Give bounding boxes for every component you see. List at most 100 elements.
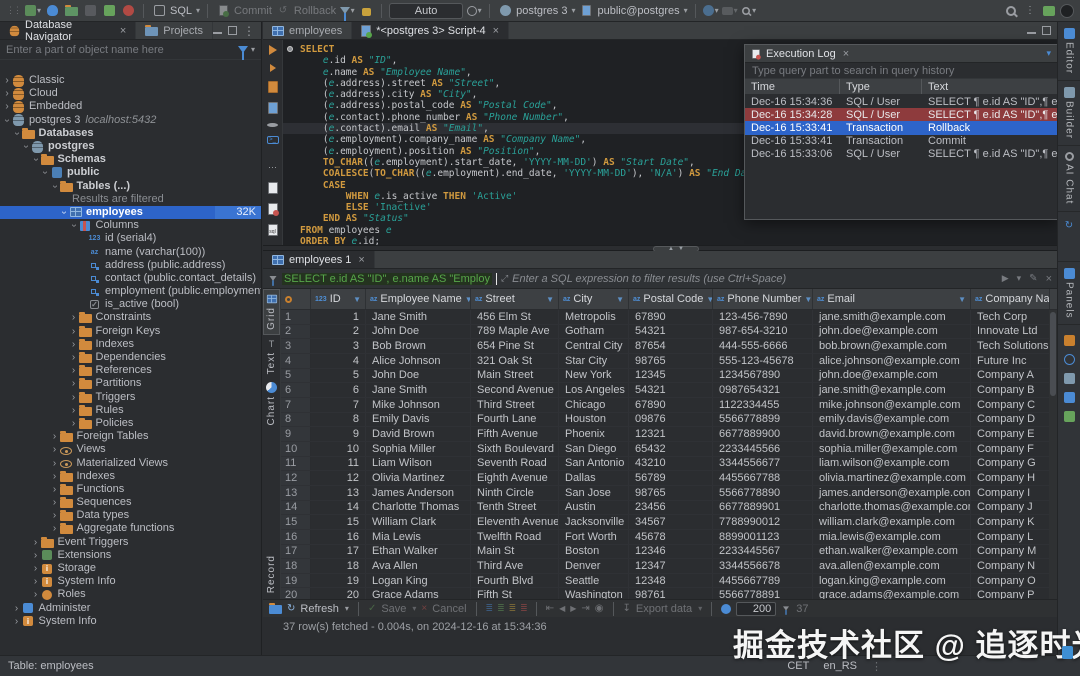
tree-item[interactable]: ›Views	[0, 443, 261, 456]
cell[interactable]: Mike Johnson	[366, 398, 471, 412]
table-row[interactable]: 1313James AndersonNinth CircleSan Jose98…	[281, 486, 1057, 501]
tree-toggle-icon[interactable]: ›	[31, 562, 41, 575]
sql-dropdown-icon[interactable]: ▾	[196, 6, 200, 15]
value-viewer-icon[interactable]	[1064, 354, 1075, 365]
cell[interactable]: Jane Smith	[366, 383, 471, 397]
cell[interactable]: Dallas	[559, 471, 629, 485]
tree-item[interactable]: ›iStorage	[0, 562, 261, 575]
cell[interactable]: bob.brown@example.com	[813, 339, 971, 353]
cell[interactable]: Eleventh Avenue	[471, 515, 559, 529]
add-row-icon[interactable]: ≣	[497, 603, 504, 614]
cell[interactable]: 654 Pine St	[471, 339, 559, 353]
cell[interactable]: 67890	[629, 398, 713, 412]
cell[interactable]: Fourth Lane	[471, 413, 559, 427]
cell[interactable]: Seventh Road	[471, 457, 559, 471]
sort-filter-icon[interactable]: ▼	[546, 295, 554, 304]
cell[interactable]: mike.johnson@example.com	[813, 398, 971, 412]
tree-item[interactable]: ›Functions	[0, 483, 261, 496]
cell[interactable]: Grace Adams	[366, 588, 471, 599]
cell[interactable]: 987-654-3210	[713, 325, 813, 339]
cell[interactable]: 98761	[629, 588, 713, 599]
tab-ai-chat-vertical[interactable]: AI Chat	[1058, 146, 1080, 211]
copy-row-icon[interactable]: ≣	[509, 603, 516, 614]
search-icon[interactable]	[1003, 3, 1019, 19]
cell[interactable]: 3344556677	[713, 457, 813, 471]
tree-toggle-icon[interactable]: ›	[2, 100, 12, 113]
cell[interactable]: 54321	[629, 325, 713, 339]
table-row[interactable]: 1414Charlotte ThomasTenth StreetAustin23…	[281, 501, 1057, 516]
cell[interactable]: john.doe@example.com	[813, 325, 971, 339]
column-header-id[interactable]: 123ID▼	[311, 289, 366, 309]
previous-row-icon[interactable]: ◀	[559, 604, 565, 613]
tab-results-employees-1[interactable]: employees 1 ×	[263, 251, 375, 268]
cell[interactable]: 16	[311, 530, 366, 544]
plug-icon[interactable]	[82, 3, 98, 19]
close-icon[interactable]: ×	[358, 254, 364, 266]
tree-toggle-icon[interactable]: ›	[69, 338, 79, 351]
object-filter-row[interactable]: Enter a part of object name here ▾	[0, 40, 261, 60]
tab-sql-script[interactable]: *<postgres 3> Script-4 ×	[352, 22, 509, 39]
tx-timeout-icon[interactable]: ▾	[466, 3, 482, 19]
cell[interactable]: 789 Maple Ave	[471, 325, 559, 339]
edit-connection-icon[interactable]	[101, 3, 117, 19]
cell[interactable]: William Clark	[366, 515, 471, 529]
explain-plan-icon[interactable]	[268, 102, 278, 114]
export-script-icon[interactable]	[268, 182, 278, 194]
collapse-chevron-icon[interactable]: ▾	[1046, 48, 1051, 59]
log-row[interactable]: Dec-16 15:34:28SQL / UserSELECT ¶ e.id A…	[745, 108, 1057, 121]
tree-item[interactable]: ›Administer	[0, 602, 261, 615]
tree-toggle-icon[interactable]: ›	[50, 496, 60, 509]
tree-toggle-icon[interactable]: ›	[58, 207, 71, 217]
cell[interactable]: Star City	[559, 354, 629, 368]
tree-item[interactable]: ›postgres	[0, 140, 261, 153]
cell[interactable]: 5566778890	[713, 486, 813, 500]
ai-assistant-icon[interactable]	[267, 123, 278, 127]
cell[interactable]: 0987654321	[713, 383, 813, 397]
commit-icon[interactable]	[215, 3, 231, 19]
cell[interactable]: 20	[311, 588, 366, 599]
cell[interactable]: 6677889900	[713, 427, 813, 441]
cell[interactable]: Boston	[559, 545, 629, 559]
cell[interactable]: Liam Wilson	[366, 457, 471, 471]
cell[interactable]: grace.adams@example.com	[813, 588, 971, 599]
cell[interactable]: 321 Oak St	[471, 354, 559, 368]
tree-toggle-icon[interactable]: ›	[12, 615, 22, 628]
table-row[interactable]: 22John Doe789 Maple AveGotham54321987-65…	[281, 325, 1057, 340]
tree-item[interactable]: ›Foreign Keys	[0, 325, 261, 338]
cell[interactable]: 5566778899	[713, 413, 813, 427]
open-folder-icon[interactable]	[63, 3, 79, 19]
cell[interactable]: 12345	[629, 369, 713, 383]
tab-editor-vertical[interactable]: Editor	[1058, 22, 1080, 81]
save-button[interactable]: Save	[381, 603, 406, 615]
cell[interactable]: 87654	[629, 339, 713, 353]
cell[interactable]: 54321	[629, 383, 713, 397]
cell[interactable]: Fort Worth	[559, 530, 629, 544]
table-row[interactable]: 2020Grace AdamsFifth StWashington9876155…	[281, 588, 1057, 599]
filter-icon[interactable]	[238, 46, 248, 53]
cell[interactable]: Company L	[971, 530, 1050, 544]
table-row[interactable]: 55John DoeMain StreetNew York12345123456…	[281, 369, 1057, 384]
cell[interactable]: Sixth Boulevard	[471, 442, 559, 456]
tree-item[interactable]: azname (varchar(100))	[0, 245, 261, 258]
cell[interactable]: Third Street	[471, 398, 559, 412]
tree-item[interactable]: ›Aggregate functions	[0, 522, 261, 535]
cell[interactable]: 9	[311, 427, 366, 441]
expand-filter-icon[interactable]: ⤢	[501, 273, 508, 284]
cell[interactable]: Third Ave	[471, 559, 559, 573]
refresh-icon[interactable]: ↻	[287, 603, 295, 614]
tree-toggle-icon[interactable]: ›	[69, 417, 79, 430]
column-header-employee-name[interactable]: azEmployee Name▼	[366, 289, 471, 309]
cell[interactable]: 17	[311, 545, 366, 559]
sort-filter-icon[interactable]: ▼	[616, 295, 624, 304]
tree-item[interactable]: ›iSystem Info	[0, 615, 261, 628]
cell[interactable]: David Brown	[366, 427, 471, 441]
schema-dropdown-icon[interactable]: ▾	[684, 6, 688, 15]
table-row[interactable]: 1212Olivia MartinezEighth AvenueDallas56…	[281, 471, 1057, 486]
cell[interactable]: mia.lewis@example.com	[813, 530, 971, 544]
cell[interactable]: 15	[311, 515, 366, 529]
cell[interactable]: 7788990012	[713, 515, 813, 529]
tree-toggle-icon[interactable]: ›	[69, 364, 79, 377]
cell[interactable]: olivia.martinez@example.com	[813, 471, 971, 485]
cell[interactable]: Company K	[971, 515, 1050, 529]
tree-toggle-icon[interactable]: ›	[69, 391, 79, 404]
